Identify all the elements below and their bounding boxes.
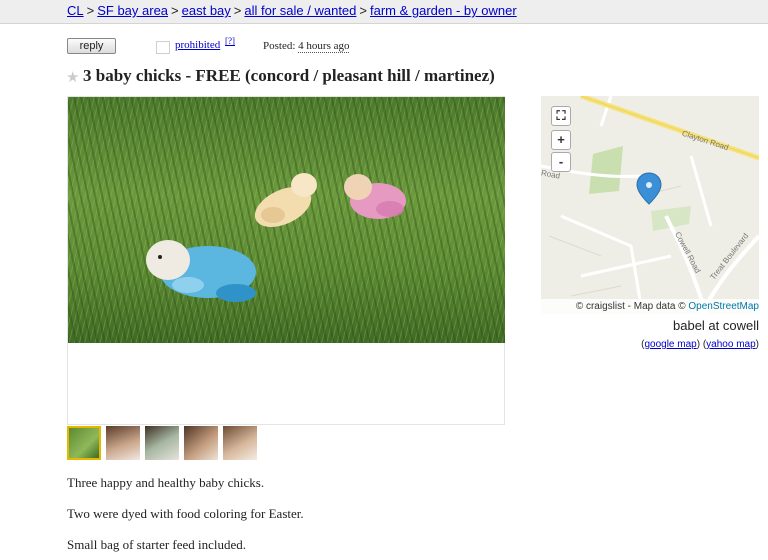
breadcrumb-cl[interactable]: CL xyxy=(67,3,84,18)
breadcrumb-bar: CL > SF bay area > east bay > all for sale / w… xyxy=(0,0,768,24)
map-attribution-text: © craigslist - Map data © xyxy=(575,301,686,312)
flag-checkbox[interactable] xyxy=(156,41,170,54)
map-links: (google map) (yahoo map) xyxy=(641,339,759,350)
thumbnail-5[interactable] xyxy=(223,426,257,460)
flag-help-link[interactable]: [?] xyxy=(225,36,235,46)
chicks-photo-illustration xyxy=(146,173,406,302)
breadcrumb-separator: > xyxy=(233,3,242,18)
posted-label: Posted: xyxy=(263,40,296,52)
map-marker-icon[interactable] xyxy=(636,172,662,205)
posted-date: Posted: 4 hours ago xyxy=(263,40,350,53)
breadcrumb-for-sale[interactable]: all for sale / wanted xyxy=(244,3,356,18)
zoom-in-button[interactable]: + xyxy=(551,130,571,150)
paren-close: ) xyxy=(755,339,759,350)
posting-body-line: Two were dyed with food coloring for Eas… xyxy=(67,506,304,521)
fullscreen-icon[interactable]: ⛶ xyxy=(551,106,571,126)
zoom-out-button[interactable]: - xyxy=(551,152,571,172)
breadcrumb-farm-garden[interactable]: farm & garden - by owner xyxy=(370,3,517,18)
breadcrumb: CL > SF bay area > east bay > all for sale / w… xyxy=(67,3,517,18)
map-tiles xyxy=(541,96,759,314)
google-map-link[interactable]: google map xyxy=(644,339,696,350)
breadcrumb-separator: > xyxy=(359,3,367,18)
map-attribution: © craigslist - Map data © OpenStreetMap xyxy=(541,299,759,314)
paren-middle: ) ( xyxy=(696,339,707,350)
thumbnail-4[interactable] xyxy=(184,426,218,460)
breadcrumb-separator: > xyxy=(171,3,179,18)
image-gallery xyxy=(67,96,505,425)
main-photo[interactable] xyxy=(68,97,505,343)
thumbnail-3[interactable] xyxy=(145,426,179,460)
posting-body-line: Small bag of starter feed included. xyxy=(67,537,247,552)
breadcrumb-sf-bay-area[interactable]: SF bay area xyxy=(97,3,168,18)
posted-time: 4 hours ago xyxy=(298,40,350,53)
breadcrumb-separator: > xyxy=(86,3,95,18)
location-map[interactable]: Clayton Road Cowell Road Treat Boulevard… xyxy=(541,96,759,314)
star-icon[interactable]: ★ xyxy=(66,68,79,87)
map-location-name: babel at cowell xyxy=(673,318,759,333)
thumbnail-1[interactable] xyxy=(67,426,101,460)
yahoo-map-link[interactable]: yahoo map xyxy=(706,339,755,350)
breadcrumb-east-bay[interactable]: east bay xyxy=(182,3,231,18)
openstreetmap-link[interactable]: OpenStreetMap xyxy=(688,301,759,312)
flag-prohibited-link[interactable]: prohibited xyxy=(175,39,220,51)
thumbnail-2[interactable] xyxy=(106,426,140,460)
posting-body-line: Three happy and healthy baby chicks. xyxy=(67,475,265,490)
posting-title: 3 baby chicks - FREE (concord / pleasant… xyxy=(83,66,495,85)
reply-button[interactable]: reply xyxy=(67,38,116,54)
thumbnail-strip xyxy=(67,426,258,461)
